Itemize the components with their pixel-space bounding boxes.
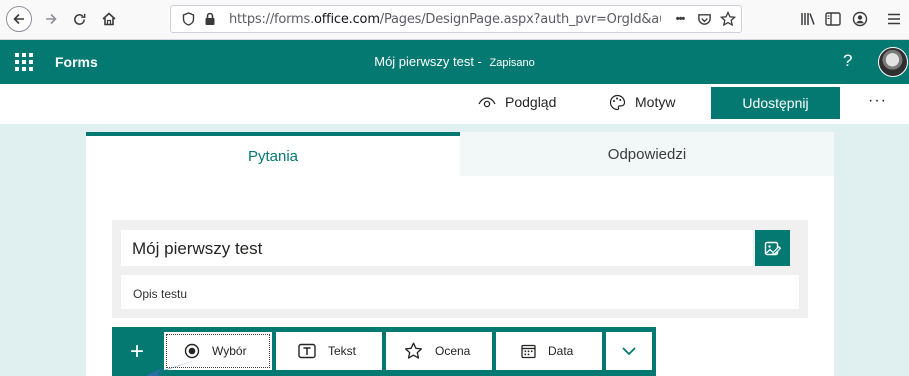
theme-button[interactable]: Motyw bbox=[609, 84, 675, 120]
pocket-icon[interactable] bbox=[695, 10, 713, 28]
form-description-field[interactable]: Opis testu bbox=[121, 275, 799, 309]
star-icon bbox=[404, 342, 423, 359]
sidebar-icon[interactable] bbox=[822, 8, 844, 30]
browser-toolbar: https://forms.office.com/Pages/DesignPag… bbox=[0, 0, 909, 40]
account-icon[interactable] bbox=[849, 8, 871, 30]
page-actions-icon[interactable]: ••• bbox=[669, 10, 691, 28]
image-edit-icon bbox=[764, 241, 781, 255]
choice-label: Wybór bbox=[212, 344, 247, 358]
help-icon[interactable]: ? bbox=[843, 51, 852, 71]
library-icon[interactable] bbox=[797, 8, 819, 30]
date-question-button[interactable]: Data bbox=[496, 332, 602, 370]
tab-responses[interactable]: Odpowiedzi bbox=[460, 132, 834, 176]
preview-button[interactable]: Podgląd bbox=[478, 84, 556, 120]
avatar[interactable] bbox=[878, 47, 908, 77]
reload-icon[interactable] bbox=[66, 6, 92, 32]
rating-label: Ocena bbox=[435, 344, 471, 358]
chevron-down-icon bbox=[622, 347, 636, 356]
radio-button-icon bbox=[184, 343, 200, 359]
text-label: Tekst bbox=[328, 344, 357, 358]
more-question-types-button[interactable] bbox=[606, 332, 652, 370]
date-label: Data bbox=[548, 344, 574, 358]
text-box-icon bbox=[298, 343, 316, 359]
hamburger-menu-icon[interactable] bbox=[883, 8, 905, 30]
form-title-field[interactable]: Mój pierwszy test bbox=[121, 230, 753, 266]
header-form-title: Mój pierwszy test bbox=[374, 54, 474, 69]
rating-question-button[interactable]: Ocena bbox=[386, 332, 492, 370]
url-text: https://forms.office.com/Pages/DesignPag… bbox=[229, 12, 661, 27]
insert-image-button[interactable] bbox=[755, 230, 790, 266]
preview-label: Podgląd bbox=[505, 94, 557, 110]
more-options-icon[interactable]: ··· bbox=[868, 92, 887, 110]
annotation-arrow-icon bbox=[146, 360, 196, 376]
form-title-header: Mój pierwszy test - Zapisano bbox=[374, 54, 535, 69]
bookmark-star-icon[interactable] bbox=[719, 10, 737, 28]
command-bar: Podgląd Motyw Udostępnij ··· bbox=[0, 84, 909, 124]
address-bar[interactable]: https://forms.office.com/Pages/DesignPag… bbox=[170, 5, 742, 33]
home-icon[interactable] bbox=[96, 6, 122, 32]
theme-label: Motyw bbox=[635, 94, 676, 110]
tracking-shield-icon[interactable] bbox=[179, 10, 197, 28]
forward-arrow-icon[interactable] bbox=[38, 6, 64, 32]
palette-icon bbox=[609, 94, 626, 110]
text-question-button[interactable]: Tekst bbox=[276, 332, 382, 370]
calendar-icon bbox=[521, 344, 536, 358]
lock-icon[interactable] bbox=[201, 10, 219, 28]
app-header: Forms Mój pierwszy test - Zapisano ? bbox=[0, 40, 909, 84]
share-button[interactable]: Udostępnij bbox=[711, 87, 840, 119]
save-status: Zapisano bbox=[489, 57, 535, 69]
tab-questions[interactable]: Pytania bbox=[86, 132, 460, 176]
back-arrow-icon[interactable] bbox=[6, 6, 32, 32]
eye-icon bbox=[478, 97, 496, 108]
